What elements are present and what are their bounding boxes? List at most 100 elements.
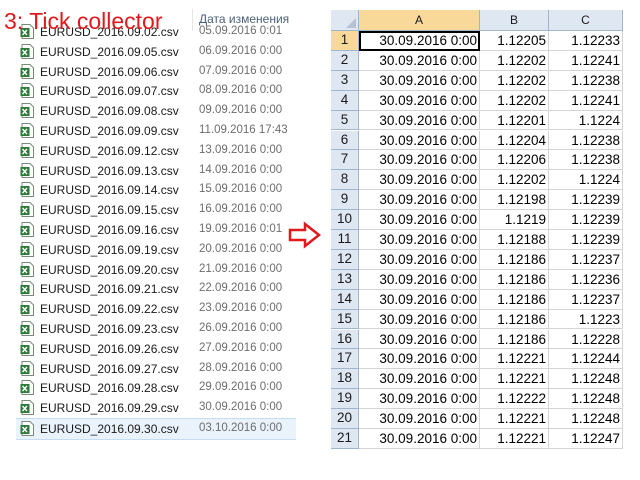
cell-a[interactable]: 30.09.2016 0:00 [359,110,480,131]
cell-b[interactable]: 1.12186 [480,309,549,330]
file-row[interactable]: EURUSD_2016.09.23.csv 26.09.2016 0:00 [16,319,296,339]
row-header[interactable]: 14 [331,289,359,310]
cell-b[interactable]: 1.12198 [480,190,549,211]
cell-c[interactable]: 1.12244 [549,349,623,370]
cell-a[interactable]: 30.09.2016 0:00 [359,329,480,350]
cell-a[interactable]: 30.09.2016 0:00 [359,409,480,429]
row-header[interactable]: 17 [331,349,359,370]
row-header[interactable]: 20 [331,409,359,429]
column-header-date-modified[interactable]: Дата изменения [192,9,301,31]
cell-a[interactable]: 30.09.2016 0:00 [359,90,480,111]
cell-b[interactable]: 1.12186 [480,269,549,290]
cell-b[interactable]: 1.12186 [480,329,549,350]
cell-a[interactable]: 30.09.2016 0:00 [359,349,480,370]
cell-a[interactable]: 30.09.2016 0:00 [359,249,480,270]
row-header[interactable]: 7 [331,150,359,171]
file-row[interactable]: EURUSD_2016.09.15.csv 16.09.2016 0:00 [16,200,296,220]
file-row[interactable]: EURUSD_2016.09.30.csv 03.10.2016 0:00 [16,418,296,440]
cell-a[interactable]: 30.09.2016 0:00 [359,31,480,51]
cell-a[interactable]: 30.09.2016 0:00 [359,170,480,191]
cell-c[interactable]: 1.12241 [549,90,623,111]
cell-c[interactable]: 1.12233 [549,31,623,51]
cell-c[interactable]: 1.12237 [549,289,623,310]
file-row[interactable]: EURUSD_2016.09.09.csv 11.09.2016 17:43 [16,121,296,141]
cell-a[interactable]: 30.09.2016 0:00 [359,190,480,211]
cell-b[interactable]: 1.12186 [480,249,549,270]
cell-a[interactable]: 30.09.2016 0:00 [359,389,480,410]
cell-c[interactable]: 1.12239 [549,230,623,250]
file-row[interactable]: EURUSD_2016.09.08.csv 09.09.2016 0:00 [16,101,296,121]
cell-c[interactable]: 1.12247 [549,429,623,449]
row-header[interactable]: 8 [331,170,359,191]
cell-b[interactable]: 1.12206 [480,150,549,171]
cell-a[interactable]: 30.09.2016 0:00 [359,269,480,290]
file-row[interactable]: EURUSD_2016.09.06.csv 07.09.2016 0:00 [16,62,296,82]
row-header[interactable]: 19 [331,389,359,410]
file-row[interactable]: EURUSD_2016.09.28.csv 29.09.2016 0:00 [16,378,296,398]
cell-b[interactable]: 1.12188 [480,230,549,250]
row-header[interactable]: 4 [331,90,359,111]
row-header[interactable]: 11 [331,230,359,250]
cell-b[interactable]: 1.12221 [480,349,549,370]
cell-b[interactable]: 1.12221 [480,409,549,429]
row-header[interactable]: 5 [331,110,359,131]
cell-b[interactable]: 1.12221 [480,429,549,449]
row-header[interactable]: 3 [331,70,359,91]
row-header[interactable]: 6 [331,130,359,151]
file-row[interactable]: EURUSD_2016.09.05.csv 06.09.2016 0:00 [16,42,296,62]
cell-a[interactable]: 30.09.2016 0:00 [359,369,480,390]
row-header[interactable]: 9 [331,190,359,211]
column-header-b[interactable]: B [480,10,549,31]
cell-a[interactable]: 30.09.2016 0:00 [359,70,480,91]
row-header[interactable]: 2 [331,50,359,71]
row-header[interactable]: 21 [331,429,359,449]
cell-c[interactable]: 1.12248 [549,409,623,429]
cell-c[interactable]: 1.12228 [549,329,623,350]
cell-b[interactable]: 1.12202 [480,50,549,71]
cell-a[interactable]: 30.09.2016 0:00 [359,50,480,71]
file-row[interactable]: EURUSD_2016.09.14.csv 15.09.2016 0:00 [16,180,296,200]
cell-b[interactable]: 1.12202 [480,70,549,91]
cell-b[interactable]: 1.12201 [480,110,549,131]
row-header[interactable]: 12 [331,249,359,270]
cell-b[interactable]: 1.12221 [480,369,549,390]
cell-a[interactable]: 30.09.2016 0:00 [359,429,480,449]
file-row[interactable]: EURUSD_2016.09.07.csv 08.09.2016 0:00 [16,81,296,101]
cell-b[interactable]: 1.12202 [480,170,549,191]
cell-b[interactable]: 1.12186 [480,289,549,310]
row-header[interactable]: 18 [331,369,359,390]
file-row[interactable]: EURUSD_2016.09.27.csv 28.09.2016 0:00 [16,359,296,379]
cell-b[interactable]: 1.1219 [480,210,549,230]
cell-c[interactable]: 1.12239 [549,190,623,211]
cell-c[interactable]: 1.1224 [549,170,623,191]
file-row[interactable]: EURUSD_2016.09.26.csv 27.09.2016 0:00 [16,339,296,359]
column-header-a[interactable]: A [359,10,480,31]
row-header[interactable]: 16 [331,329,359,350]
cell-a[interactable]: 30.09.2016 0:00 [359,289,480,310]
file-row[interactable]: EURUSD_2016.09.16.csv 19.09.2016 0:01 [16,220,296,240]
cell-a[interactable]: 30.09.2016 0:00 [359,130,480,151]
cell-b[interactable]: 1.12222 [480,389,549,410]
cell-c[interactable]: 1.12248 [549,369,623,390]
file-row[interactable]: EURUSD_2016.09.13.csv 14.09.2016 0:00 [16,161,296,181]
cell-c[interactable]: 1.12239 [549,210,623,230]
cell-a[interactable]: 30.09.2016 0:00 [359,230,480,250]
row-header[interactable]: 10 [331,210,359,230]
row-header[interactable]: 1 [331,31,359,51]
cell-b[interactable]: 1.12204 [480,130,549,151]
select-all-corner[interactable] [331,10,359,31]
cell-b[interactable]: 1.12202 [480,90,549,111]
cell-c[interactable]: 1.12241 [549,50,623,71]
column-header-c[interactable]: C [549,10,623,31]
cell-c[interactable]: 1.1224 [549,110,623,131]
cell-a[interactable]: 30.09.2016 0:00 [359,210,480,230]
cell-c[interactable]: 1.1223 [549,309,623,330]
file-row[interactable]: EURUSD_2016.09.29.csv 30.09.2016 0:00 [16,398,296,418]
file-row[interactable]: EURUSD_2016.09.20.csv 21.09.2016 0:00 [16,260,296,280]
cell-c[interactable]: 1.12238 [549,130,623,151]
cell-c[interactable]: 1.12248 [549,389,623,410]
cell-c[interactable]: 1.12237 [549,249,623,270]
file-row[interactable]: EURUSD_2016.09.12.csv 13.09.2016 0:00 [16,141,296,161]
cell-a[interactable]: 30.09.2016 0:00 [359,150,480,171]
cell-b[interactable]: 1.12205 [480,31,549,51]
